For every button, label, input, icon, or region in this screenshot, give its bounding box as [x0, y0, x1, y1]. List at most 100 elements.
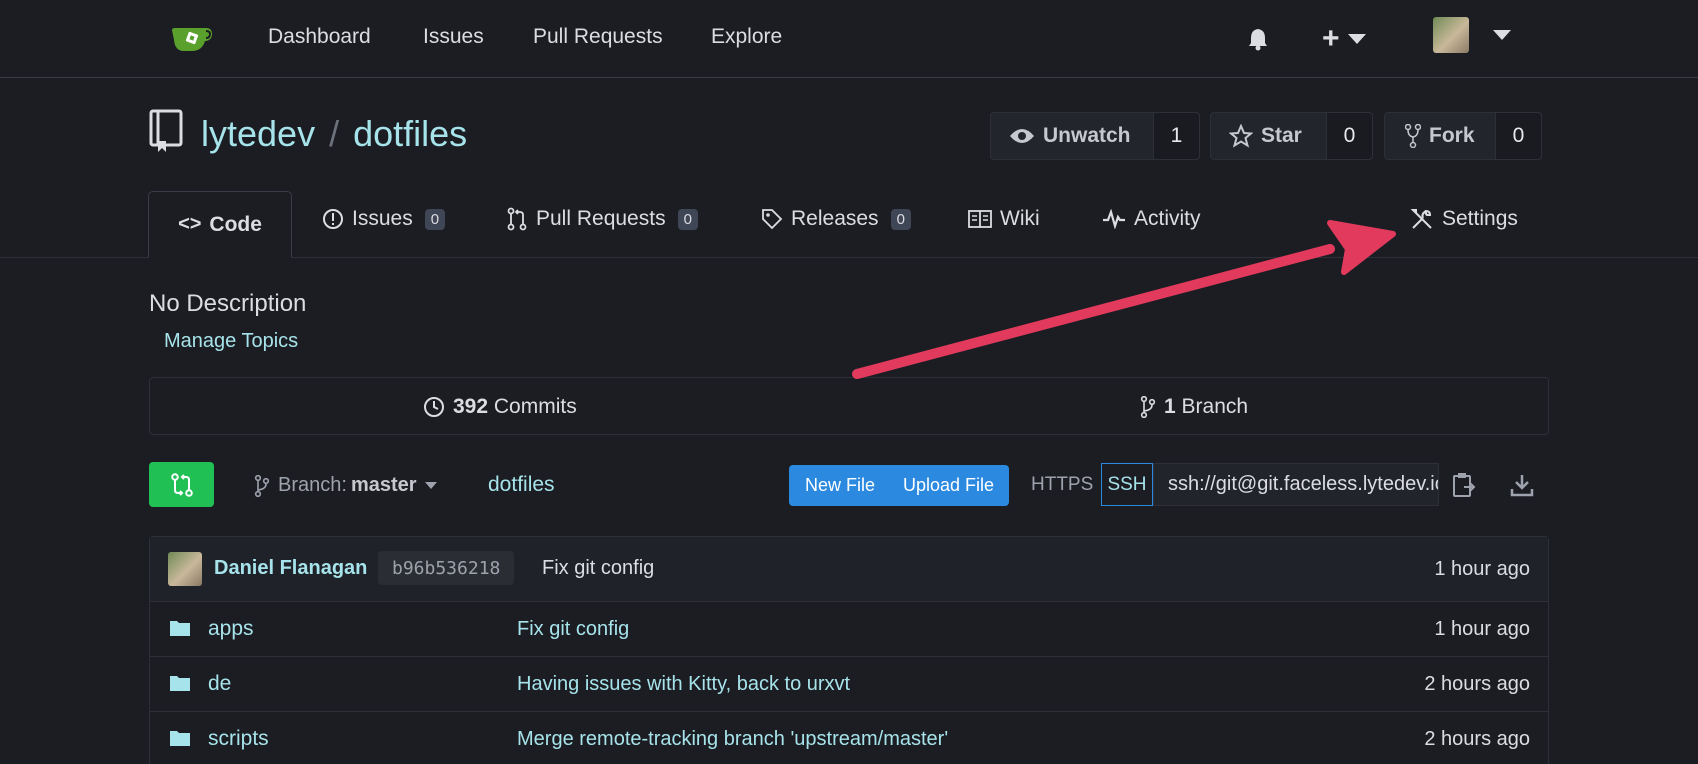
- file-table: Daniel Flanagan b96b536218 Fix git confi…: [149, 536, 1549, 764]
- bell-icon[interactable]: [1247, 27, 1269, 51]
- folder-icon: [170, 676, 190, 691]
- eye-icon: [1010, 129, 1034, 143]
- table-row[interactable]: scripts Merge remote-tracking branch 'up…: [150, 712, 1548, 764]
- branch-name: master: [350, 474, 417, 496]
- file-commit-message[interactable]: Having issues with Kitty, back to urxvt: [517, 673, 850, 696]
- fork-button-group: Fork 0: [1384, 112, 1542, 160]
- nav-pull-requests[interactable]: Pull Requests: [533, 25, 663, 49]
- file-commit-message[interactable]: Fix git config: [517, 618, 629, 641]
- file-time: 2 hours ago: [1424, 728, 1530, 750]
- clipboard-icon: [1453, 473, 1476, 497]
- file-actions: New File Upload File: [789, 465, 1009, 506]
- latest-commit-row: Daniel Flanagan b96b536218 Fix git confi…: [150, 537, 1548, 602]
- https-toggle[interactable]: HTTPS: [1031, 474, 1093, 496]
- pull-request-icon: [507, 207, 527, 231]
- book-icon: [968, 210, 992, 228]
- branch-icon: [254, 474, 270, 497]
- chevron-down-icon: [1347, 34, 1366, 44]
- star-button-group: Star 0: [1210, 112, 1373, 160]
- commit-time: 1 hour ago: [1434, 558, 1530, 580]
- gitea-logo-icon[interactable]: [170, 22, 214, 54]
- new-file-button[interactable]: New File: [789, 475, 875, 496]
- chevron-down-icon: [424, 482, 437, 489]
- folder-icon: [170, 621, 190, 636]
- issue-icon: [323, 209, 343, 229]
- tab-wiki[interactable]: Wiki: [968, 207, 1040, 231]
- chevron-down-icon: [1493, 30, 1511, 40]
- code-icon: <>: [178, 213, 202, 235]
- commits-label: Commits: [493, 395, 577, 418]
- star-button[interactable]: Star: [1211, 113, 1326, 159]
- tab-settings[interactable]: Settings: [1410, 207, 1518, 231]
- path-breadcrumb[interactable]: dotfiles: [488, 473, 555, 497]
- compare-icon: [170, 472, 193, 497]
- table-row[interactable]: de Having issues with Kitty, back to urx…: [150, 657, 1548, 712]
- file-time: 1 hour ago: [1434, 618, 1530, 640]
- table-row[interactable]: apps Fix git config 1 hour ago: [150, 602, 1548, 657]
- avatar: [168, 552, 202, 586]
- star-icon: [1229, 124, 1253, 148]
- compare-button[interactable]: [149, 462, 214, 507]
- branch-selector[interactable]: Branch: master: [254, 474, 437, 497]
- nav-explore[interactable]: Explore: [711, 25, 782, 49]
- file-name[interactable]: scripts: [208, 727, 269, 751]
- top-navbar: Dashboard Issues Pull Requests Explore +: [0, 0, 1698, 78]
- download-button[interactable]: [1508, 471, 1536, 499]
- plus-icon: +: [1322, 22, 1340, 55]
- repo-title: lytedev / dotfiles: [201, 113, 467, 155]
- tab-releases-label: Releases: [791, 207, 879, 230]
- star-label: Star: [1261, 124, 1302, 147]
- repo-stats-bar: 392 Commits 1 Branch: [149, 377, 1549, 435]
- upload-file-button[interactable]: Upload File: [875, 475, 994, 496]
- commits-stat[interactable]: 392 Commits: [423, 395, 577, 419]
- repo-separator: /: [329, 113, 340, 154]
- branch-stat[interactable]: 1 Branch: [1140, 395, 1248, 419]
- commit-author[interactable]: Daniel Flanagan: [214, 557, 367, 580]
- tab-pull-requests-label: Pull Requests: [536, 207, 666, 230]
- tab-code[interactable]: <> Code: [148, 191, 292, 258]
- tab-releases[interactable]: Releases 0: [761, 207, 911, 231]
- file-commit-message[interactable]: Merge remote-tracking branch 'upstream/m…: [517, 728, 948, 751]
- repo-description: No Description: [149, 290, 307, 317]
- tab-issues[interactable]: Issues 0: [322, 207, 446, 231]
- repo-name-link[interactable]: dotfiles: [353, 113, 467, 154]
- clone-url-input[interactable]: ssh://git@git.faceless.lytedev.io:2222/l…: [1153, 463, 1439, 506]
- branch-prefix: Branch:: [278, 474, 347, 496]
- commit-sha[interactable]: b96b536218: [378, 551, 515, 585]
- folder-icon: [170, 731, 190, 746]
- unwatch-label: Unwatch: [1043, 124, 1131, 147]
- tab-code-label: Code: [209, 212, 262, 236]
- branch-count: 1: [1164, 395, 1176, 418]
- file-name[interactable]: apps: [208, 617, 254, 641]
- releases-count-badge: 0: [890, 208, 911, 230]
- branch-label: Branch: [1181, 395, 1249, 418]
- nav-issues[interactable]: Issues: [423, 25, 484, 49]
- history-icon: [424, 397, 444, 417]
- fork-button[interactable]: Fork: [1385, 113, 1495, 159]
- user-menu[interactable]: [1433, 17, 1511, 53]
- commit-message[interactable]: Fix git config: [542, 557, 654, 580]
- commits-count: 392: [453, 395, 489, 418]
- avatar: [1433, 17, 1469, 53]
- file-time: 2 hours ago: [1424, 673, 1530, 695]
- watch-count[interactable]: 1: [1153, 113, 1199, 159]
- create-menu[interactable]: +: [1322, 22, 1366, 56]
- repo-book-icon: [149, 109, 183, 152]
- repo-owner-link[interactable]: lytedev: [201, 113, 315, 154]
- fork-count[interactable]: 0: [1495, 113, 1541, 159]
- tab-issues-label: Issues: [352, 207, 413, 230]
- copy-url-button[interactable]: [1450, 471, 1478, 499]
- nav-dashboard[interactable]: Dashboard: [268, 25, 371, 49]
- fork-icon: [1405, 124, 1421, 148]
- tab-activity-label: Activity: [1134, 207, 1201, 230]
- ssh-toggle[interactable]: SSH: [1101, 463, 1153, 506]
- file-name[interactable]: de: [208, 672, 231, 696]
- branch-icon: [1140, 396, 1156, 418]
- unwatch-button-group: Unwatch 1: [990, 112, 1200, 160]
- manage-topics-link[interactable]: Manage Topics: [164, 330, 298, 353]
- unwatch-button[interactable]: Unwatch: [991, 113, 1153, 159]
- tab-pull-requests[interactable]: Pull Requests 0: [506, 207, 698, 231]
- tab-activity[interactable]: Activity: [1102, 207, 1201, 231]
- star-count[interactable]: 0: [1326, 113, 1372, 159]
- tab-wiki-label: Wiki: [1000, 207, 1040, 230]
